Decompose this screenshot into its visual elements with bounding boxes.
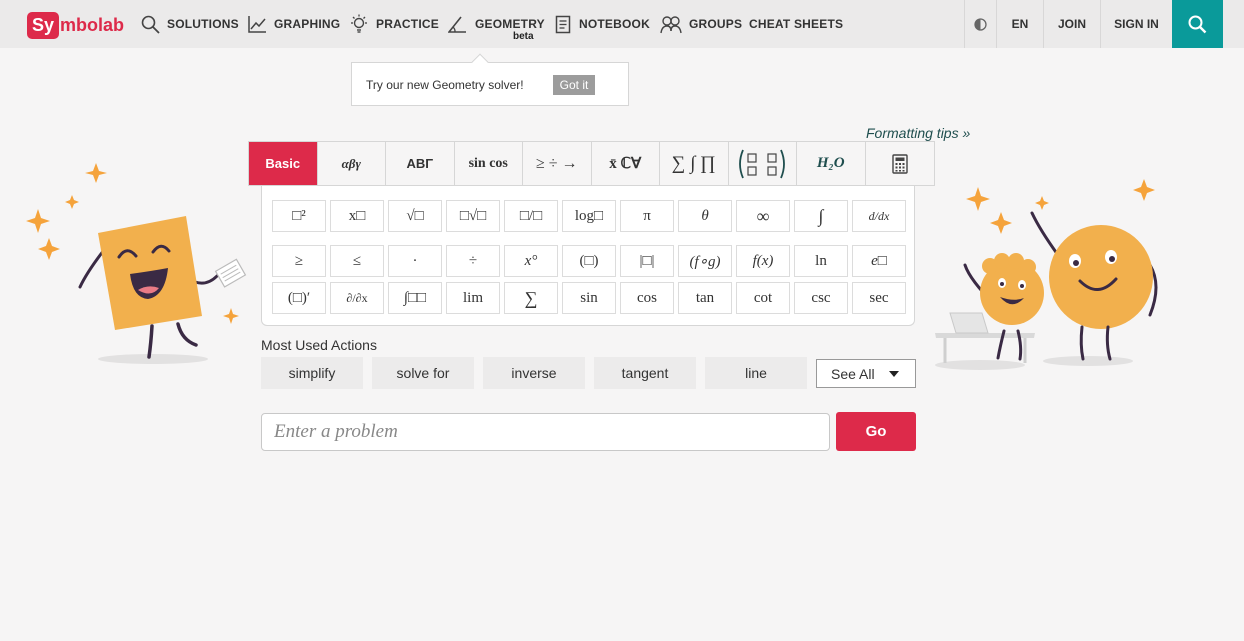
nav-solutions[interactable]: SOLUTIONS xyxy=(141,0,239,48)
nav-cheat-sheets[interactable]: CHEAT SHEETS xyxy=(749,0,843,48)
keypad: □² x□ √□ □√□ □/□ log□ π θ ∞ ∫ d/dx ≥ ≤ ·… xyxy=(261,186,915,326)
key-square[interactable]: □² xyxy=(272,200,326,232)
header-search-button[interactable] xyxy=(1172,0,1223,48)
geometry-tooltip: Try our new Geometry solver! Got it xyxy=(351,53,629,106)
key-derivative[interactable]: d/dx xyxy=(852,200,906,232)
key-geq[interactable]: ≥ xyxy=(272,245,326,277)
tab-operators[interactable]: ≥ ÷ → xyxy=(523,142,592,185)
key-theta[interactable]: θ xyxy=(678,200,732,232)
action-inverse[interactable]: inverse xyxy=(483,357,585,389)
angle-icon xyxy=(448,16,466,33)
graph-icon xyxy=(248,15,266,33)
key-limit[interactable]: lim xyxy=(446,282,500,314)
action-tangent[interactable]: tangent xyxy=(594,357,696,389)
key-absolute[interactable]: |□| xyxy=(620,245,674,277)
theme-toggle[interactable] xyxy=(965,0,996,48)
tooltip-message: Try our new Geometry solver! xyxy=(366,78,524,92)
nav-groups[interactable]: GROUPS xyxy=(660,0,742,48)
key-log[interactable]: log□ xyxy=(562,200,616,232)
caret-down-icon xyxy=(889,371,899,377)
matrix-icon xyxy=(739,149,786,178)
got-it-button[interactable]: Got it xyxy=(553,75,595,95)
key-nth-root[interactable]: □√□ xyxy=(446,200,500,232)
see-all-dropdown[interactable]: See All xyxy=(816,359,916,388)
tab-trig[interactable]: sin cos xyxy=(455,142,523,185)
key-cot[interactable]: cot xyxy=(736,282,790,314)
problem-input[interactable] xyxy=(261,413,830,451)
groups-icon xyxy=(660,15,682,33)
sign-in-button[interactable]: SIGN IN xyxy=(1101,0,1172,48)
mascot-friends-illustration xyxy=(935,179,1158,370)
search-icon xyxy=(1188,15,1207,33)
nav-practice[interactable]: PRACTICE xyxy=(349,0,439,48)
key-dot[interactable]: · xyxy=(388,245,442,277)
key-partial[interactable]: ∂/∂x xyxy=(330,282,384,314)
tab-capital-greek[interactable]: ΑΒΓ xyxy=(386,142,455,185)
key-sin[interactable]: sin xyxy=(562,282,616,314)
key-fraction[interactable]: □/□ xyxy=(504,200,558,232)
key-pi[interactable]: π xyxy=(620,200,674,232)
most-used-actions-title: Most Used Actions xyxy=(261,337,377,353)
go-button[interactable]: Go xyxy=(836,412,916,451)
key-sec[interactable]: sec xyxy=(852,282,906,314)
key-function[interactable]: f(x) xyxy=(736,245,790,277)
tab-sets[interactable]: x̄ ℂ∀ xyxy=(592,142,660,185)
tab-greek[interactable]: αβγ xyxy=(318,142,386,185)
key-integral[interactable]: ∫ xyxy=(794,200,848,232)
top-header: Sy mbolab SOLUTIONS GRAPHING PRACTICE GEO… xyxy=(0,0,1244,48)
key-csc[interactable]: csc xyxy=(794,282,848,314)
formatting-tips-link[interactable]: Formatting tips » xyxy=(866,125,970,141)
action-solve-for[interactable]: solve for xyxy=(372,357,474,389)
key-power[interactable]: x□ xyxy=(330,200,384,232)
key-exp[interactable]: e□ xyxy=(852,245,906,277)
contrast-icon xyxy=(974,17,987,31)
tab-matrix[interactable] xyxy=(729,142,797,185)
tab-chemistry[interactable]: H₂O xyxy=(797,142,866,185)
search-icon xyxy=(141,15,160,34)
keypad-tabs: Basic αβγ ΑΒΓ sin cos ≥ ÷ → x̄ ℂ∀ ∑ ∫ ∏ … xyxy=(248,141,935,186)
notebook-icon xyxy=(555,15,571,33)
key-parentheses[interactable]: (□) xyxy=(562,245,616,277)
key-leq[interactable]: ≤ xyxy=(330,245,384,277)
nav-notebook[interactable]: NOTEBOOK xyxy=(555,0,650,48)
tab-sums[interactable]: ∑ ∫ ∏ xyxy=(660,142,729,185)
calculator-icon xyxy=(892,153,908,174)
join-button[interactable]: JOIN xyxy=(1044,0,1100,48)
key-sqrt[interactable]: √□ xyxy=(388,200,442,232)
geometry-beta-badge: beta xyxy=(513,31,534,42)
key-cos[interactable]: cos xyxy=(620,282,674,314)
tab-calculator[interactable] xyxy=(866,142,935,185)
key-definite-integral[interactable]: ∫□□ xyxy=(388,282,442,314)
mascot-paper-illustration xyxy=(26,163,247,364)
key-degree[interactable]: x° xyxy=(504,245,558,277)
symbolab-logo[interactable]: Sy mbolab xyxy=(27,11,124,39)
key-infinity[interactable]: ∞ xyxy=(736,200,790,232)
key-divide[interactable]: ÷ xyxy=(446,245,500,277)
key-prime[interactable]: (□)′ xyxy=(272,282,326,314)
key-composition[interactable]: (f∘g) xyxy=(678,245,732,277)
action-simplify[interactable]: simplify xyxy=(261,357,363,389)
action-line[interactable]: line xyxy=(705,357,807,389)
tab-basic[interactable]: Basic xyxy=(249,142,318,185)
key-tan[interactable]: tan xyxy=(678,282,732,314)
language-button[interactable]: EN xyxy=(997,0,1043,48)
nav-graphing[interactable]: GRAPHING xyxy=(248,0,340,48)
tooltip-arrow xyxy=(471,53,489,71)
key-sum[interactable]: ∑ xyxy=(504,282,558,314)
lightbulb-icon xyxy=(351,14,367,33)
key-ln[interactable]: ln xyxy=(794,245,848,277)
